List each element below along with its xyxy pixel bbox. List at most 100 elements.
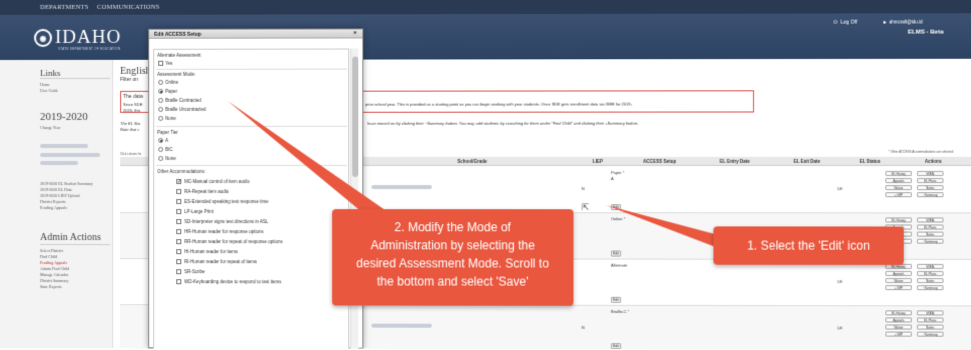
school-grade-redacted [371, 323, 432, 328]
liep-cell: N [581, 186, 585, 192]
sidebar-link-find-child[interactable]: Find Child [40, 254, 57, 259]
user-email: ahmcraft@idu.id [889, 19, 923, 25]
sidebar-link-district-reports[interactable]: District Reports [40, 199, 65, 204]
idaho-logo[interactable]: ◉ IDAHO [34, 27, 121, 49]
column-header-entry-date[interactable]: EL Entry Date [720, 159, 750, 164]
edit-access-setup-dialog: Edit ACCESS Setup × Alternate Assessment… [148, 28, 364, 350]
action-button[interactable]: Notes [916, 324, 944, 330]
tier-radio-none[interactable] [158, 155, 164, 161]
admin-actions-heading: Admin Actions [40, 232, 101, 244]
sidebar-link-district-summary[interactable]: District Summary [40, 278, 69, 283]
sidebar-link-home[interactable]: Home [40, 82, 50, 87]
action-button[interactable]: EL Plans [916, 178, 944, 184]
logoff-link[interactable]: ⏻ Log Off [833, 20, 857, 26]
sidebar-link-el-summary[interactable]: 2019-2020 EL Student Summary [40, 181, 93, 186]
sidebar-link-manage-calendar[interactable]: Manage Calendar [40, 272, 68, 277]
tier-radio-a[interactable] [158, 137, 164, 143]
action-button[interactable]: + IMP [885, 331, 912, 337]
edit-button[interactable]: Edit [610, 204, 622, 211]
accommodation-checkbox[interactable] [176, 249, 182, 255]
action-button[interactable]: MIEA [916, 217, 944, 223]
action-button[interactable]: Appeals [885, 317, 912, 323]
action-button[interactable]: EL Plans [916, 270, 944, 277]
action-button[interactable]: ~Summary [916, 238, 944, 244]
column-header-exit-date[interactable]: EL Exit Date [794, 159, 821, 164]
scrollbar-thumb[interactable] [352, 56, 359, 178]
accommodation-checkbox[interactable] [176, 279, 182, 285]
mode-radio-online[interactable] [158, 79, 164, 85]
filter-label: Filter on [120, 76, 139, 83]
accommodation-label: SR-Scribe [184, 269, 205, 275]
action-button[interactable]: EL Plans [916, 317, 944, 323]
action-button[interactable]: Waiver [885, 185, 912, 191]
accommodation-checkbox[interactable] [176, 209, 182, 215]
school-grade-redacted [371, 185, 432, 190]
district-info-redacted [40, 160, 79, 165]
action-button[interactable]: ~Summary [916, 331, 944, 337]
sidebar-link-change-year[interactable]: Change Year [40, 125, 60, 130]
callout-step-2-line-4: the bottom and select 'Save' [376, 274, 529, 289]
action-button[interactable]: Waiver [885, 278, 912, 284]
access-setup-cell: Paper * [610, 169, 625, 176]
action-button[interactable]: + IMP [885, 192, 912, 198]
info-line-1a: The EL Stu [120, 120, 141, 126]
accommodation-checkbox[interactable] [176, 229, 182, 235]
action-button[interactable]: Notes [916, 231, 944, 237]
action-button[interactable]: EL History [885, 217, 912, 223]
action-button[interactable]: EL History [885, 170, 912, 177]
accommodation-checkbox[interactable] [176, 189, 182, 195]
browser-viewport: DEPARTMENTS COMMUNICATIONS ◉ IDAHO STATE… [0, 0, 971, 350]
callout-step-2-line-1: 2. Modify the Mode of [394, 220, 511, 235]
action-button[interactable]: Notes [916, 278, 944, 284]
nav-communications[interactable]: COMMUNICATIONS [97, 4, 160, 11]
nav-departments[interactable]: DEPARTMENTS [40, 4, 89, 11]
mode-radio-braille-uncontracted[interactable] [158, 106, 164, 112]
action-button[interactable]: Waiver [885, 324, 912, 330]
edit-button[interactable]: Edit [610, 296, 622, 303]
column-header-access-setup[interactable]: ACCESS Setup [643, 159, 676, 164]
accommodation-checkbox[interactable]: ✓ [176, 179, 182, 185]
action-button[interactable]: MIEA [916, 310, 944, 316]
action-button[interactable]: + IMP [885, 285, 912, 291]
action-button[interactable]: EL History [885, 310, 912, 316]
action-button[interactable]: Notes [916, 185, 944, 191]
sidebar-link-state-reports[interactable]: State Reports [40, 284, 61, 289]
column-header-el-status[interactable]: EL Status [860, 159, 881, 164]
edit-button[interactable]: Edit [610, 250, 622, 257]
state-seal-icon: ◉ [34, 28, 53, 47]
dialog-titlebar[interactable]: Edit ACCESS Setup × [149, 29, 363, 39]
mode-radio-none[interactable] [158, 115, 164, 121]
column-header-school-grade[interactable]: School/Grade [458, 159, 488, 164]
accommodation-checkbox[interactable] [176, 239, 182, 245]
sidebar-link-admin-find-child[interactable]: Admin Find Child [40, 266, 69, 271]
action-button[interactable]: Appeals [885, 178, 912, 184]
user-account[interactable]: ■ ahmcraft@idu.id [883, 19, 922, 24]
sidebar-link-el-data[interactable]: 2019-2020 EL Data [40, 187, 72, 192]
accommodation-checkbox[interactable] [176, 269, 182, 275]
action-button[interactable]: MIEA [916, 263, 944, 269]
sidebar-link-pending-appeals-admin[interactable]: Pending Appeals [40, 260, 67, 265]
mode-radio-braille-contracted[interactable] [158, 97, 164, 103]
column-header-liep[interactable]: LIEP [593, 159, 603, 164]
accommodation-checkbox[interactable] [176, 219, 182, 225]
notice-line-2: 2020, this [123, 107, 141, 113]
other-accommodations-heading: Other Accommodations: [157, 168, 206, 174]
accommodation-checkbox[interactable] [176, 259, 182, 265]
edit-button[interactable]: Edit [610, 343, 622, 350]
sidebar-link-user-guide[interactable]: User Guide [40, 88, 58, 93]
action-button[interactable]: ~Summary [916, 192, 944, 198]
sidebar-link-pending-appeals[interactable]: Pending Appeals [40, 205, 67, 210]
action-button[interactable]: EL Plans [916, 224, 944, 230]
accommodation-checkbox[interactable] [176, 199, 182, 205]
sidebar-link-liep-upload[interactable]: 2019-2020 LIEP Upload [40, 193, 79, 198]
action-button[interactable]: MIEA [916, 170, 944, 177]
sidebar: Links Home User Guide 2019-2020 Change Y… [0, 59, 114, 349]
mode-radio-paper[interactable] [158, 88, 164, 94]
sidebar-link-select-district[interactable]: Select District [40, 248, 63, 253]
tier-radio-bc[interactable] [158, 146, 164, 152]
close-icon[interactable]: × [353, 30, 357, 36]
alternate-yes-checkbox[interactable] [158, 60, 164, 66]
action-button[interactable]: ~Summary [916, 285, 944, 291]
tier-label: None [165, 155, 177, 161]
action-button[interactable]: Appeals [885, 270, 912, 277]
